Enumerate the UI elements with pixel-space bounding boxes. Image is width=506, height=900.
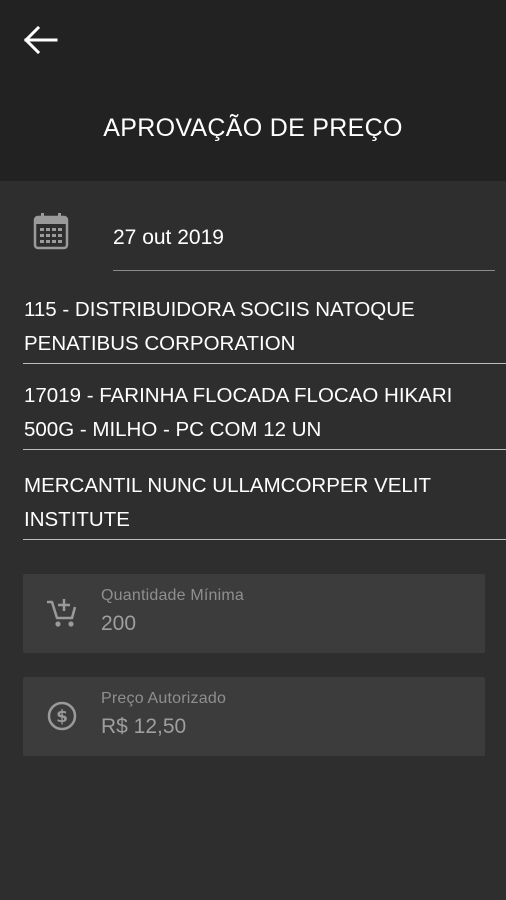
distributor-line-1: 115 - DISTRIBUIDORA SOCIIS NATOQUE [24, 298, 415, 321]
min-quantity-field[interactable]: Quantidade Mínima 200 [23, 574, 485, 653]
min-quantity-label: Quantidade Mínima [101, 587, 245, 604]
back-button[interactable] [18, 22, 62, 58]
authorized-price-label: Preço Autorizado [101, 690, 227, 707]
add-shopping-cart-icon [45, 596, 79, 630]
authorized-price-value: R$ 12,50 [101, 715, 187, 738]
min-quantity-value: 200 [101, 612, 137, 635]
product-info: 17019 - FARINHA FLOCADA FLOCAO HIKARI 50… [23, 379, 506, 450]
store-line-1: MERCANTIL NUNC ULLAMCORPER VELIT [24, 474, 432, 497]
date-value: 27 out 2019 [113, 226, 224, 249]
svg-text:$: $ [56, 707, 68, 727]
authorized-price-field[interactable]: $ Preço Autorizado R$ 12,50 [23, 677, 485, 756]
page-title: APROVAÇÃO DE PREÇO [103, 114, 403, 142]
store-line-2: INSTITUTE [24, 508, 130, 531]
date-field[interactable]: 27 out 2019 [113, 210, 495, 271]
product-line-1: 17019 - FARINHA FLOCADA FLOCAO HIKARI [24, 384, 453, 407]
calendar-icon [33, 212, 69, 250]
distributor-line-2: PENATIBUS CORPORATION [24, 332, 296, 355]
store-info: MERCANTIL NUNC ULLAMCORPER VELIT INSTITU… [23, 469, 506, 540]
arrow-left-icon [23, 26, 58, 54]
app-header: APROVAÇÃO DE PREÇO [0, 0, 506, 181]
product-line-2: 500G - MILHO - PC COM 12 UN [24, 418, 322, 441]
dollar-circle-icon: $ [45, 699, 79, 733]
distributor-info: 115 - DISTRIBUIDORA SOCIIS NATOQUE PENAT… [23, 293, 506, 364]
